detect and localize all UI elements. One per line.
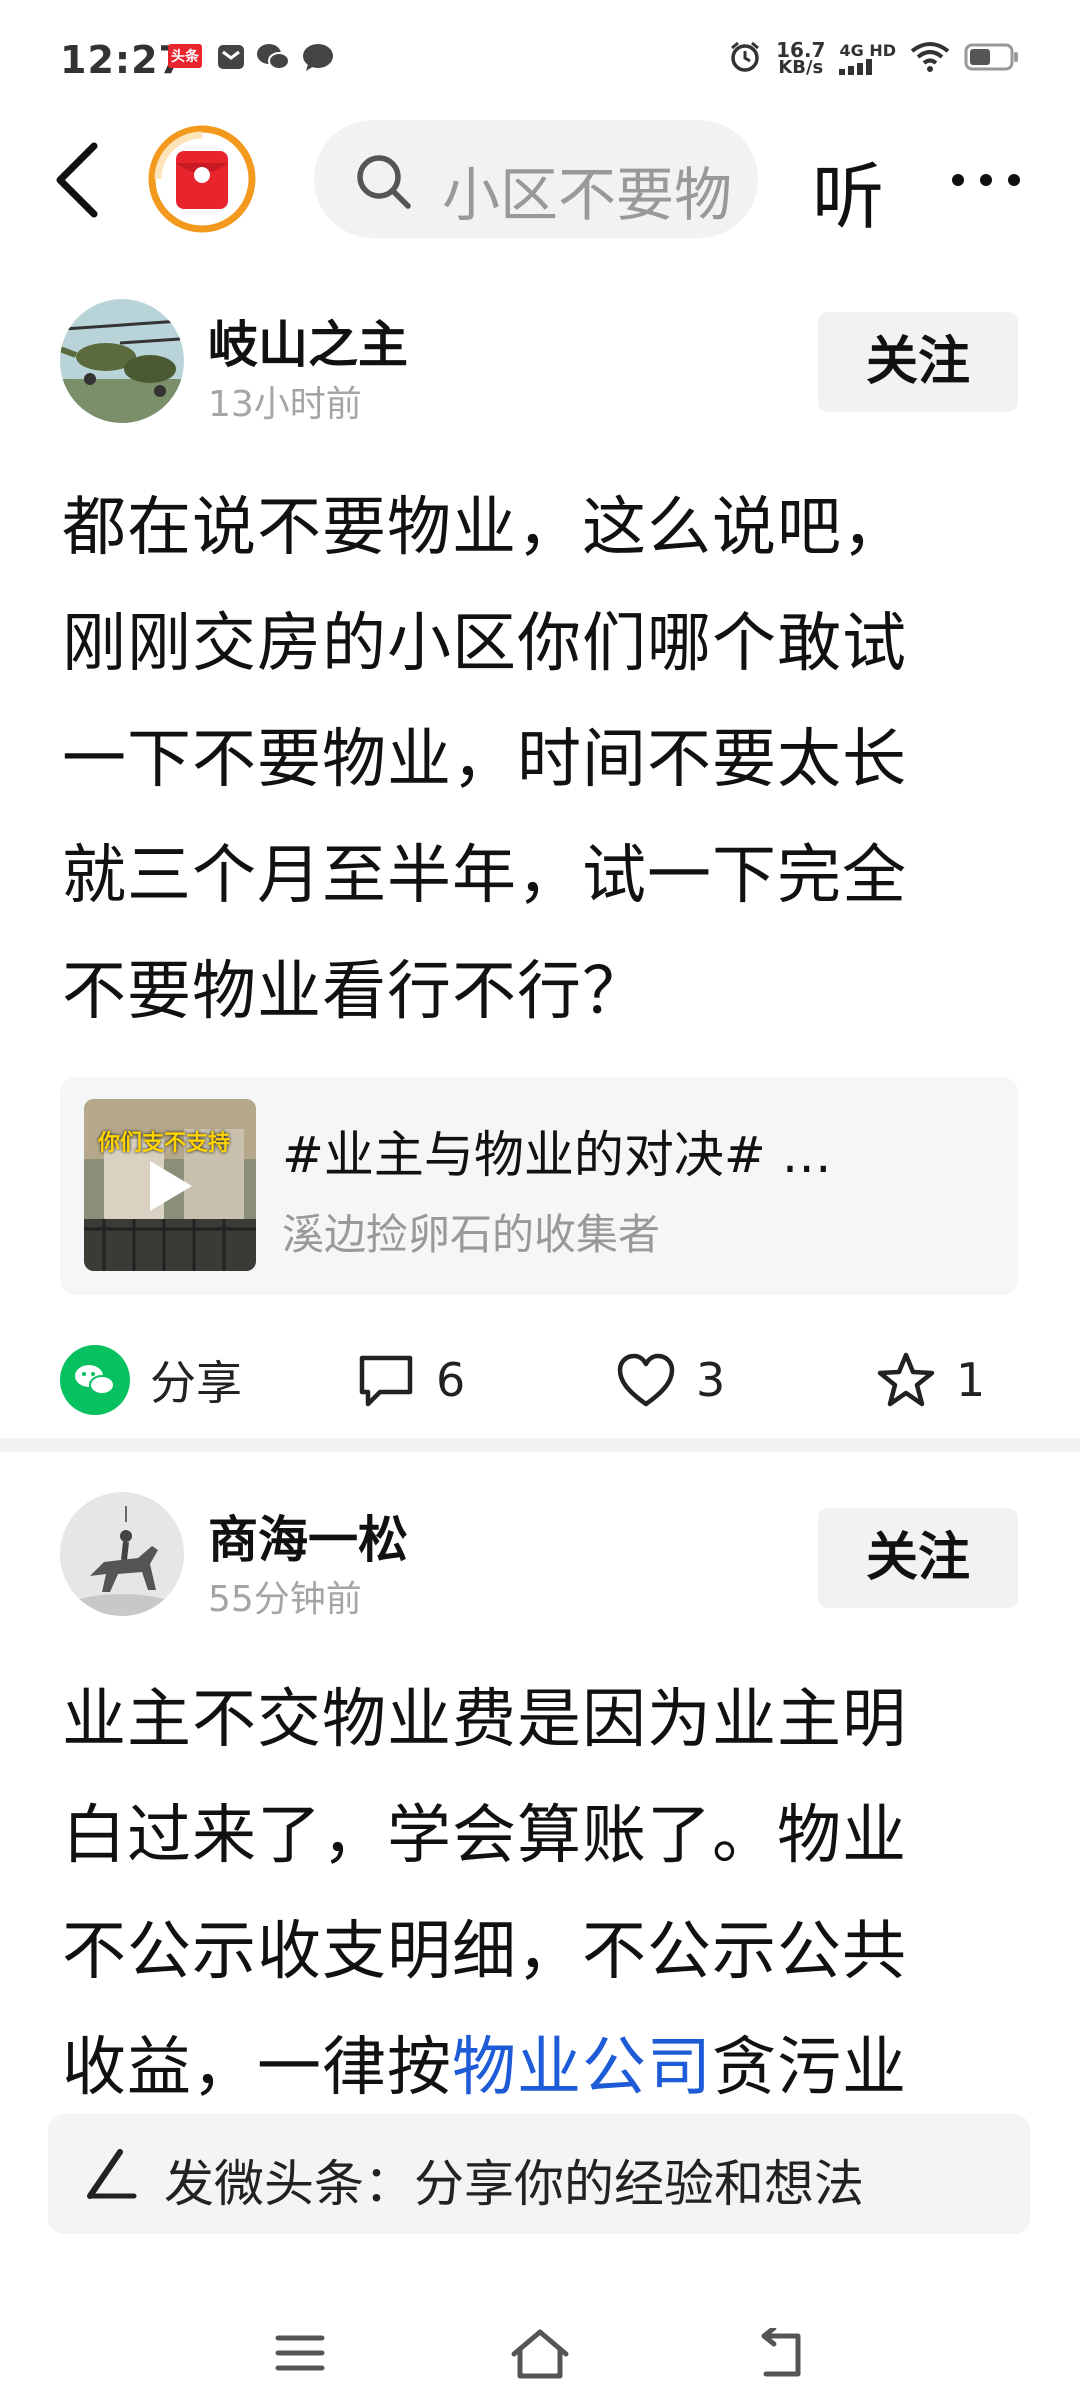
video-thumbnail: 你们支不支持 [84,1099,256,1271]
share-label: 分享 [150,1356,242,1410]
video-author: 溪边捡卵石的收集者 [282,1210,661,1259]
star-icon [877,1352,935,1407]
post-line: 刚刚交房的小区你们哪个敢试 [62,607,907,681]
recent-apps-button[interactable] [272,2328,328,2382]
follow-button[interactable]: 关注 [818,1508,1018,1608]
post-divider [0,1438,1080,1452]
search-query-text: 小区不要物业 [442,161,732,229]
favorite-count: 1 [956,1353,986,1407]
post-line: 就三个月至半年，试一下完全 [62,839,907,913]
home-icon [511,2329,569,2379]
post-time: 13小时前 [208,384,362,425]
linked-video-card[interactable]: 你们支不支持 #业主与物业的对决# … 溪边捡卵石的收集者 [60,1077,1018,1295]
author-avatar[interactable] [60,1492,184,1616]
post-actions: 分享 6 3 1 [0,1335,1080,1425]
app-badge: 头条 [168,44,202,68]
alarm-icon [728,40,762,78]
horse-rider-avatar-image [60,1492,184,1616]
post-line: 白过来了，学会算账了。物业 [62,1799,907,1873]
post-line: 都在说不要物业，这么说吧， [62,491,907,565]
post-body[interactable]: 都在说不要物业，这么说吧， 刚刚交房的小区你们哪个敢试 一下不要物业，时间不要太… [62,470,1022,1050]
chat-bubble-icon [302,42,334,76]
heart-icon [617,1353,675,1407]
network-speed: 16.7 KB/s [776,38,826,78]
post-text-fragment: 收益，一律按 [62,2031,452,2105]
post-line: 收益，一律按物业公司贪污业 [62,2010,1022,2112]
back-nav-button[interactable] [752,2325,808,2386]
top-nav: 小区不要物业 听 [0,120,1080,240]
wechat-share-icon [60,1345,130,1415]
post-text-fragment: 贪污业 [712,2031,907,2105]
back-button[interactable] [50,140,110,220]
post-time: 55分钟前 [208,1579,362,1620]
listen-button[interactable]: 听 [812,138,884,243]
post-line: 不要物业看行不行？ [62,955,647,1029]
home-button[interactable] [508,2328,572,2386]
compose-bar[interactable]: 发微头条：分享你的经验和想法 [48,2114,1030,2234]
like-button[interactable]: 3 [616,1335,725,1425]
post-line: 不公示收支明细，不公示公共 [62,1915,907,1989]
status-right-cluster: 16.7 KB/s 4G HD [728,40,1020,78]
system-navigation-bar [0,2300,1080,2408]
message-icon [216,42,246,76]
post-body[interactable]: 业主不交物业费是因为业主明 白过来了，学会算账了。物业 不公示收支明细，不公示公… [62,1662,1022,2112]
entity-link[interactable]: 物业公司 [452,2031,712,2105]
status-bar: 12:27 头条 16.7 KB/s 4G HD [0,0,1080,120]
author-name[interactable]: 商海一松 [208,1500,408,1572]
back-return-icon [761,2325,801,2377]
follow-button[interactable]: 关注 [818,312,1018,412]
search-icon [357,155,411,209]
share-button[interactable]: 分享 [60,1335,242,1425]
back-arrow-icon [56,142,98,218]
menu-icon [275,2335,325,2371]
thumbnail-caption: 你们支不支持 [98,1131,231,1156]
post-line: 业主不交物业费是因为业主明 [62,1683,907,1757]
video-title: #业主与物业的对决# … [282,1126,832,1184]
comment-button[interactable]: 6 [356,1335,465,1425]
favorite-button[interactable]: 1 [876,1335,985,1425]
wifi-icon [910,41,950,77]
red-envelope-icon [148,125,256,233]
comment-icon [359,1355,413,1407]
helicopter-avatar-image [60,299,184,423]
signal-bars-icon [839,59,873,75]
wechat-notification-icon [256,42,290,76]
pen-icon [87,2149,137,2199]
toutiao-notification-icon: 头条 [168,44,202,68]
battery-icon [964,42,1020,76]
author-name[interactable]: 岐山之主 [208,305,408,377]
signal-cluster: 4G HD [839,43,896,75]
app-avatar-button[interactable] [148,125,256,233]
search-bar[interactable]: 小区不要物业 [314,120,758,238]
compose-placeholder: 发微头条：分享你的经验和想法 [164,2155,864,2213]
post-card: 商海一松 55分钟前 关注 业主不交物业费是因为业主明 白过来了，学会算账了。物… [0,1492,1080,2112]
comment-count: 6 [436,1353,466,1407]
like-count: 3 [696,1353,726,1407]
post-card: 岐山之主 13小时前 关注 都在说不要物业，这么说吧， 刚刚交房的小区你们哪个敢… [0,295,1080,1435]
more-options-button[interactable] [950,172,1022,192]
network-type: 4G HD [839,41,896,60]
more-dots-icon [952,174,1020,186]
author-avatar[interactable] [60,299,184,423]
post-line: 一下不要物业，时间不要太长 [62,723,907,797]
